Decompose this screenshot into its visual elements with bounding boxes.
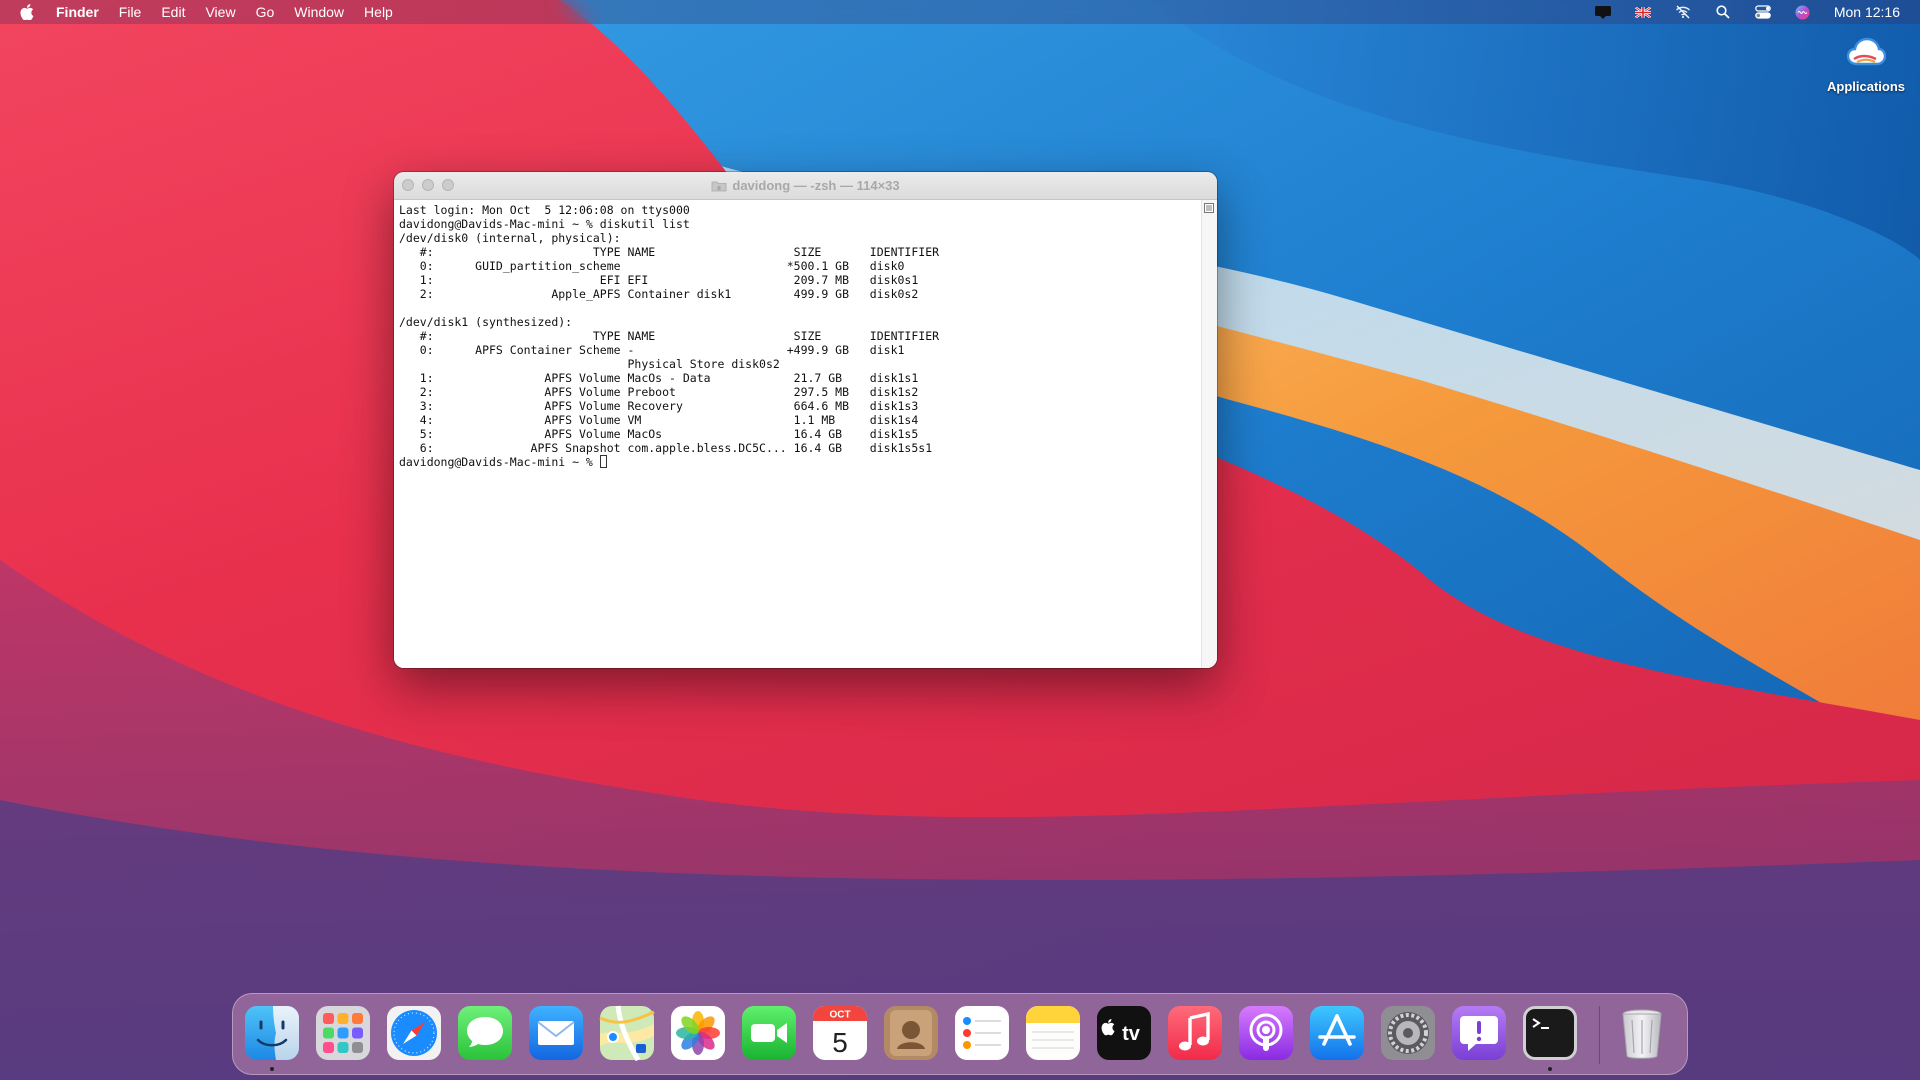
- calendar-icon: OCT 5: [813, 1006, 867, 1060]
- dock-photos[interactable]: [669, 1004, 727, 1062]
- safari-icon: [387, 1006, 441, 1060]
- desktop-applications-shortcut[interactable]: Applications: [1820, 36, 1912, 94]
- cloud-folder-icon: [1846, 36, 1887, 75]
- dock-launchpad[interactable]: [314, 1004, 372, 1062]
- dock-finder[interactable]: [243, 1004, 301, 1071]
- apple-menu-icon[interactable]: [20, 3, 36, 21]
- dock-trash[interactable]: [1613, 1004, 1671, 1062]
- dock-mail[interactable]: [527, 1004, 585, 1062]
- terminal-icon: [1523, 1006, 1577, 1060]
- dock-calendar[interactable]: OCT 5: [811, 1004, 869, 1062]
- appstore-icon: [1310, 1006, 1364, 1060]
- dock-messages[interactable]: [456, 1004, 514, 1062]
- calendar-day: 5: [832, 1027, 848, 1058]
- dock-separator: [1599, 1006, 1600, 1064]
- control-center-icon[interactable]: [1754, 4, 1772, 20]
- menu-clock[interactable]: Mon 12:16: [1834, 4, 1900, 20]
- menu-go[interactable]: Go: [256, 0, 275, 24]
- menu-file[interactable]: File: [119, 0, 142, 24]
- dock-maps[interactable]: [598, 1004, 656, 1062]
- maps-icon: [599, 1005, 655, 1062]
- contacts-icon: [884, 1006, 938, 1060]
- system-preferences-icon: [1381, 1006, 1435, 1060]
- menu-view[interactable]: View: [205, 0, 235, 24]
- photos-icon: [671, 1006, 725, 1060]
- search-icon[interactable]: [1714, 4, 1732, 20]
- menu-help[interactable]: Help: [364, 0, 393, 24]
- dock-podcasts[interactable]: [1237, 1004, 1295, 1062]
- wifi-off-icon[interactable]: [1674, 4, 1692, 20]
- finder-running-indicator: [270, 1067, 274, 1071]
- terminal-output-lines: Last login: Mon Oct 5 12:06:08 on ttys00…: [399, 203, 940, 455]
- window-title-area: davidong — -zsh — 114×33: [394, 172, 1217, 199]
- terminal-content[interactable]: Last login: Mon Oct 5 12:06:08 on ttys00…: [394, 200, 1202, 668]
- home-folder-icon: [711, 181, 727, 191]
- appletv-icon: tv: [1097, 1006, 1151, 1060]
- terminal-window[interactable]: davidong — -zsh — 114×33 Last login: Mon…: [394, 172, 1217, 668]
- appletv-label: tv: [1122, 1023, 1141, 1045]
- podcasts-icon: [1239, 1006, 1293, 1060]
- dock-reminders[interactable]: [953, 1004, 1011, 1062]
- calendar-month: OCT: [829, 1010, 850, 1021]
- dock-appletv[interactable]: tv: [1095, 1004, 1153, 1062]
- desktop-icon-label: Applications: [1826, 79, 1905, 94]
- feedback-assistant-icon: [1452, 1006, 1506, 1060]
- terminal-running-indicator: [1548, 1067, 1552, 1071]
- reminders-icon: [955, 1006, 1009, 1060]
- menu-bar: Finder File Edit View Go Window Help Mon…: [0, 0, 1920, 24]
- dock-feedback-assistant[interactable]: [1450, 1004, 1508, 1062]
- terminal-scrollbar[interactable]: [1201, 200, 1217, 668]
- mail-icon: [529, 1006, 583, 1060]
- trash-icon: [1622, 1009, 1662, 1059]
- terminal-cursor: [599, 455, 607, 468]
- dock-music[interactable]: [1166, 1004, 1224, 1062]
- dock: OCT 5 tv: [232, 993, 1688, 1075]
- scroll-menu-icon[interactable]: [1204, 203, 1214, 213]
- facetime-icon: [742, 1006, 796, 1060]
- finder-icon: [245, 1006, 299, 1060]
- window-title: davidong — -zsh — 114×33: [732, 178, 900, 193]
- dock-terminal[interactable]: [1521, 1004, 1579, 1071]
- siri-icon[interactable]: [1794, 4, 1812, 20]
- dock-safari[interactable]: [385, 1004, 443, 1062]
- uk-flag-icon[interactable]: [1634, 4, 1652, 20]
- music-icon: [1168, 1006, 1222, 1060]
- dock-appstore[interactable]: [1308, 1004, 1366, 1062]
- desktop: Finder File Edit View Go Window Help Mon…: [0, 0, 1920, 1080]
- window-titlebar[interactable]: davidong — -zsh — 114×33: [394, 172, 1217, 200]
- dock-contacts[interactable]: [882, 1004, 940, 1062]
- notes-icon: [1026, 1006, 1080, 1060]
- dock-notes[interactable]: [1024, 1004, 1082, 1062]
- dock-facetime[interactable]: [740, 1004, 798, 1062]
- menu-edit[interactable]: Edit: [161, 0, 185, 24]
- menu-window[interactable]: Window: [294, 0, 344, 24]
- dock-system-preferences[interactable]: [1379, 1004, 1437, 1062]
- launchpad-icon: [316, 1006, 370, 1060]
- menu-finder[interactable]: Finder: [56, 0, 99, 24]
- messages-icon: [458, 1006, 512, 1060]
- notification-icon[interactable]: [1594, 4, 1612, 20]
- terminal-prompt: davidong@Davids-Mac-mini ~ %: [399, 455, 600, 469]
- terminal-output[interactable]: Last login: Mon Oct 5 12:06:08 on ttys00…: [394, 200, 1202, 469]
